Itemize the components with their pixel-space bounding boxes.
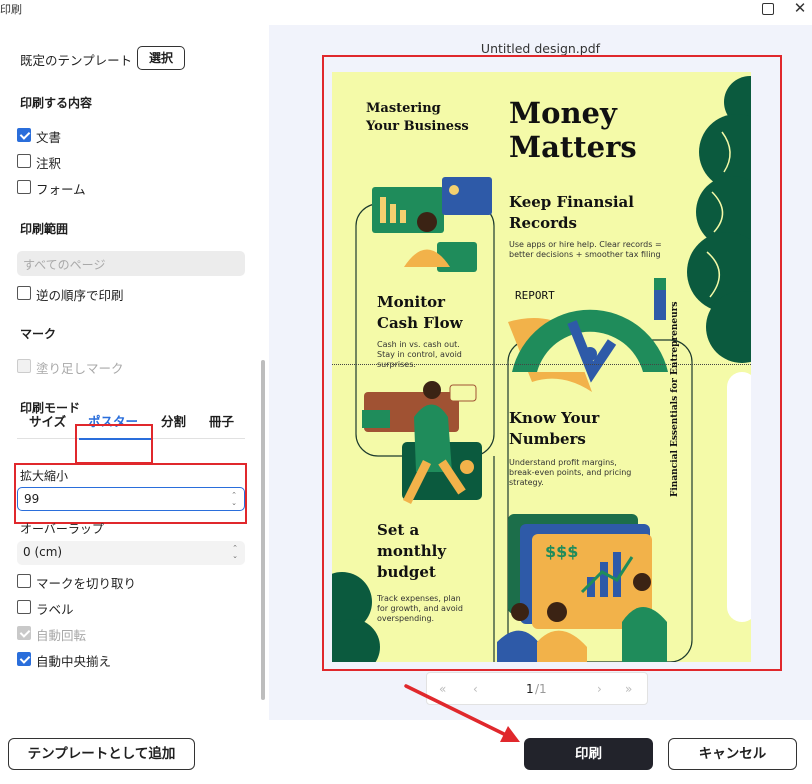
page-range-select[interactable]: すべてのページ	[17, 251, 245, 276]
auto-rotate-checkbox[interactable]	[17, 626, 31, 640]
settings-scrollbar[interactable]	[261, 360, 265, 700]
tab-booklet[interactable]: 冊子	[209, 411, 234, 430]
mark-section-title: マーク	[20, 327, 57, 341]
overlap-input[interactable]: 0 (cm) ⌃ ⌄	[17, 541, 245, 565]
preview-filename: Untitled design.pdf	[480, 41, 601, 56]
overlap-label: オーバーラップ	[20, 522, 104, 536]
template-label: 既定のテンプレート	[20, 53, 133, 68]
template-select-button[interactable]: 選択	[137, 46, 185, 70]
tab-split[interactable]: 分割	[161, 411, 186, 430]
crop-marks-checkbox[interactable]	[17, 574, 31, 588]
add-as-template-button[interactable]: テンプレートとして追加	[8, 738, 195, 770]
next-page-icon[interactable]: ›	[597, 682, 602, 696]
maximize-icon[interactable]	[762, 3, 774, 15]
reverse-order-label: 逆の順序で印刷	[36, 288, 124, 303]
close-icon[interactable]: ✕	[792, 0, 808, 16]
bleed-mark-checkbox[interactable]	[17, 359, 31, 373]
document-label: 文書	[36, 130, 62, 145]
document-checkbox[interactable]	[17, 128, 31, 142]
reverse-order-checkbox[interactable]	[17, 286, 31, 300]
annotation-checkbox[interactable]	[17, 154, 31, 168]
annotation-label: 注釈	[36, 156, 62, 171]
print-dialog: 印刷 ✕ 既定のテンプレート 選択 印刷する内容 文書 注釈 フォーム 印刷範囲…	[0, 0, 812, 784]
auto-center-label: 自動中央揃え	[36, 654, 112, 669]
crop-marks-label: マークを切り取り	[36, 576, 137, 591]
annotation-arrow-icon	[404, 684, 520, 742]
last-page-icon[interactable]: »	[625, 682, 632, 696]
poster-tab-highlight	[75, 424, 153, 464]
title-bar: 印刷 ✕	[0, 0, 812, 22]
bleed-mark-label: 塗り足しマーク	[36, 361, 124, 376]
overlap-value: 0 (cm)	[23, 545, 63, 559]
auto-center-checkbox[interactable]	[17, 652, 31, 666]
range-section-title: 印刷範囲	[20, 222, 69, 236]
auto-rotate-label: 自動回転	[36, 628, 87, 643]
form-checkbox[interactable]	[17, 180, 31, 194]
window-title: 印刷	[0, 3, 22, 16]
total-pages: /1	[535, 682, 547, 696]
cancel-button[interactable]: キャンセル	[668, 738, 797, 770]
tab-size[interactable]: サイズ	[29, 411, 66, 430]
content-section-title: 印刷する内容	[20, 96, 93, 110]
label-label: ラベル	[36, 602, 74, 617]
form-label: フォーム	[36, 182, 86, 197]
print-button[interactable]: 印刷	[524, 738, 653, 770]
preview-highlight	[322, 55, 782, 671]
scale-highlight	[14, 463, 247, 524]
label-checkbox[interactable]	[17, 600, 31, 614]
overlap-spinner-icon[interactable]: ⌃ ⌄	[232, 544, 238, 560]
